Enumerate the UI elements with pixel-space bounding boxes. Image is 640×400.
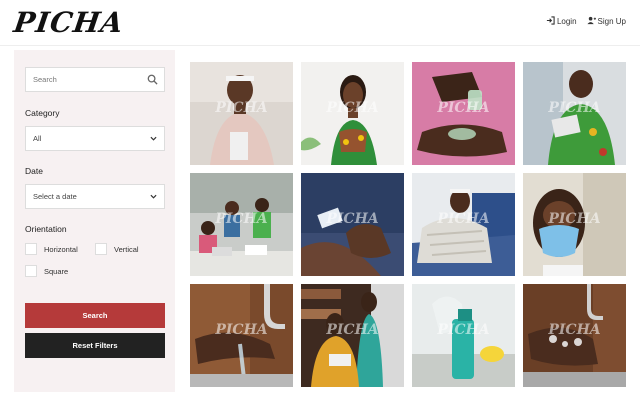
photo-tile[interactable]: PICHA (190, 173, 293, 276)
picha-watermark: PICHA (215, 100, 268, 116)
signup-link[interactable]: Sign Up (586, 16, 626, 27)
photo-tile[interactable]: PICHA (301, 62, 404, 165)
photo-tile[interactable]: PICHA (523, 173, 626, 276)
picha-watermark: PICHA (548, 322, 601, 338)
orientation-label: Orientation (25, 224, 67, 234)
orientation-horizontal-checkbox[interactable]: Horizontal (25, 243, 78, 255)
auth-links: Login Sign Up (546, 16, 626, 27)
filter-sidebar: Category All Date Select a date Orientat… (14, 50, 175, 392)
category-select[interactable]: All (25, 126, 165, 151)
photo-tile[interactable]: PICHA (301, 284, 404, 387)
date-label: Date (25, 166, 43, 176)
picha-watermark: PICHA (437, 100, 490, 116)
photo-tile[interactable]: PICHA (190, 284, 293, 387)
orientation-vertical-checkbox[interactable]: Vertical (95, 243, 139, 255)
picha-watermark: PICHA (548, 211, 601, 227)
picha-watermark: PICHA (548, 100, 601, 116)
top-header: PICHA Login Sign Up (0, 0, 640, 46)
photo-tile[interactable]: PICHA (301, 173, 404, 276)
picha-watermark: PICHA (326, 322, 379, 338)
picha-watermark: PICHA (437, 211, 490, 227)
search-icon[interactable] (147, 74, 158, 85)
category-value: All (33, 134, 42, 143)
search-button[interactable]: Search (25, 303, 165, 328)
date-value: Select a date (33, 192, 77, 201)
photo-tile[interactable]: PICHA (190, 62, 293, 165)
login-link[interactable]: Login (546, 16, 577, 27)
picha-watermark: PICHA (326, 211, 379, 227)
sign-in-icon (546, 16, 555, 27)
photo-tile[interactable]: PICHA (523, 62, 626, 165)
photo-tile[interactable]: PICHA (523, 284, 626, 387)
login-label: Login (556, 17, 577, 26)
picha-watermark: PICHA (215, 211, 268, 227)
photo-tile[interactable]: PICHA (412, 62, 515, 165)
chevron-down-icon (150, 194, 157, 199)
photo-tile[interactable]: PICHA (412, 173, 515, 276)
search-input[interactable] (26, 68, 144, 91)
signup-label: Sign Up (597, 17, 626, 26)
picha-watermark: PICHA (215, 322, 268, 338)
user-plus-icon (586, 16, 596, 27)
search-box (25, 67, 165, 92)
picha-watermark: PICHA (437, 322, 490, 338)
photo-tile[interactable]: PICHA (412, 284, 515, 387)
reset-filters-button[interactable]: Reset Filters (25, 333, 165, 358)
chevron-down-icon (150, 136, 157, 141)
picha-watermark: PICHA (326, 100, 379, 116)
photo-grid: PICHA PICHA PICHA PICHA PICHA PICHA PICH… (190, 62, 627, 388)
picha-logo[interactable]: PICHA (12, 6, 126, 39)
orientation-square-checkbox[interactable]: Square (25, 265, 68, 277)
category-label: Category (25, 108, 60, 118)
date-select[interactable]: Select a date (25, 184, 165, 209)
